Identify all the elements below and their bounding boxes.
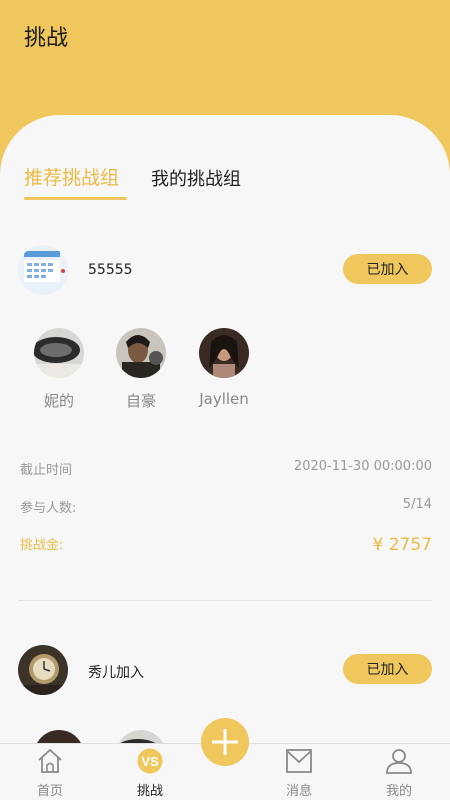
tabbar-item-mine[interactable]: 我的 bbox=[364, 748, 434, 799]
joined-button[interactable]: 已加入 bbox=[343, 654, 432, 684]
tabbar-item-messages[interactable]: 消息 bbox=[264, 748, 334, 799]
add-icon bbox=[212, 729, 238, 755]
tabbar-item-home[interactable]: 首页 bbox=[15, 748, 85, 799]
member-name: 妮的 bbox=[43, 392, 74, 410]
prize-value: ¥ 2757 bbox=[372, 535, 432, 555]
bottom-tabbar: 首页 VS 挑战 消息 我的 bbox=[0, 718, 450, 800]
participants-label: 参与人数: bbox=[20, 501, 77, 516]
svg-text:VS: VS bbox=[141, 754, 159, 769]
member[interactable]: 自豪 bbox=[106, 328, 176, 411]
page-title: 挑战 bbox=[24, 26, 69, 51]
member-name: Jayllen bbox=[199, 390, 249, 408]
challenge-icon: VS bbox=[137, 748, 163, 774]
tabbar-label-mine: 我的 bbox=[385, 784, 412, 799]
tab-my-groups[interactable]: 我的挑战组 bbox=[151, 165, 241, 191]
member-avatar bbox=[116, 328, 166, 378]
member[interactable]: 妮的 bbox=[24, 328, 94, 411]
member-name: 自豪 bbox=[125, 392, 156, 410]
joined-button[interactable]: 已加入 bbox=[343, 254, 432, 284]
divider bbox=[18, 600, 432, 601]
add-challenge-button[interactable] bbox=[201, 718, 249, 766]
tabbar-label-challenge: 挑战 bbox=[136, 784, 163, 799]
content-card: 推荐挑战组 我的挑战组 55555 已加入 妮的 自豪 Jayllen 截止时间… bbox=[0, 115, 450, 800]
tabbar-item-challenge[interactable]: VS 挑战 bbox=[115, 748, 185, 799]
member[interactable]: Jayllen bbox=[189, 328, 259, 408]
group-name: 55555 bbox=[88, 262, 133, 278]
header: 挑战 bbox=[0, 0, 450, 130]
deadline-value: 2020-11-30 00:00:00 bbox=[293, 459, 432, 474]
participants-value: 5/14 bbox=[402, 497, 432, 512]
prize-label: 挑战金: bbox=[20, 538, 64, 553]
deadline-label: 截止时间 bbox=[20, 463, 73, 478]
home-icon bbox=[38, 748, 62, 773]
tab-active-indicator bbox=[24, 197, 127, 200]
tabbar-label-home: 首页 bbox=[36, 784, 63, 799]
group-avatar bbox=[18, 245, 68, 295]
group-name: 秀儿加入 bbox=[88, 665, 144, 681]
message-icon bbox=[286, 749, 312, 773]
member-avatar bbox=[199, 328, 249, 378]
tab-recommended[interactable]: 推荐挑战组 bbox=[24, 163, 119, 190]
tabbar-label-messages: 消息 bbox=[285, 784, 312, 799]
group-avatar bbox=[18, 645, 68, 695]
member-avatar bbox=[34, 328, 84, 378]
user-icon bbox=[386, 749, 412, 774]
